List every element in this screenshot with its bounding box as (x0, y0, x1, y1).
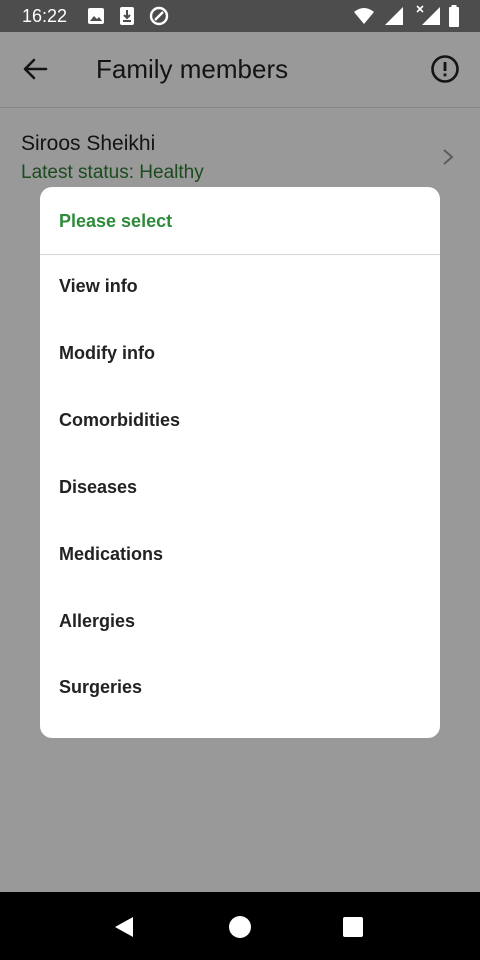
select-dialog: Please select View info Modify info Como… (40, 187, 440, 738)
image-icon (88, 8, 104, 24)
option-label: Comorbidities (59, 410, 181, 430)
dialog-title: Please select (59, 211, 173, 231)
battery-icon (449, 5, 459, 27)
option-modify-info[interactable]: Modify info (40, 322, 440, 388)
option-view-info[interactable]: View info (40, 255, 440, 321)
option-label: View info (59, 276, 138, 296)
signal-x-icon (416, 5, 440, 25)
wifi-icon (354, 8, 374, 24)
option-comorbidities[interactable]: Comorbidities (40, 389, 440, 455)
option-label: Diseases (59, 477, 138, 497)
system-nav-bar (0, 892, 480, 960)
option-surgeries[interactable]: Surgeries (40, 656, 440, 722)
at-sign-icon (149, 6, 169, 26)
download-icon (120, 7, 134, 25)
option-diseases[interactable]: Diseases (40, 456, 440, 522)
option-label: Modify info (59, 343, 155, 363)
option-label: Surgeries (59, 677, 143, 697)
nav-recents-icon[interactable] (343, 917, 363, 937)
status-time: 16:22 (22, 6, 68, 26)
option-allergies[interactable]: Allergies (40, 590, 440, 656)
option-label: Medications (59, 544, 164, 564)
option-label: Allergies (59, 611, 136, 631)
nav-home-icon[interactable] (228, 915, 252, 939)
nav-back-icon[interactable] (113, 915, 135, 939)
status-bar: 16:22 (0, 0, 480, 32)
option-medications[interactable]: Medications (40, 523, 440, 589)
signal-icon (385, 7, 403, 25)
